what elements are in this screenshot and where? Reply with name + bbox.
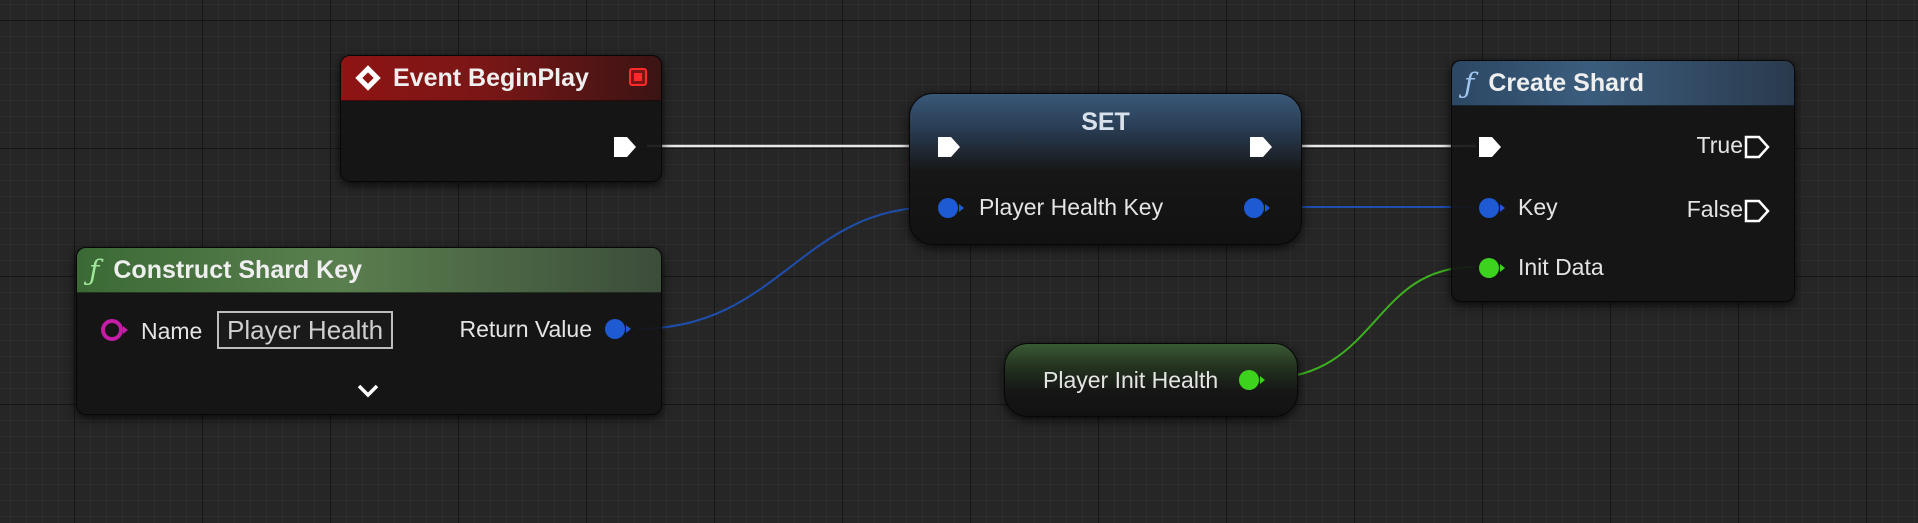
blueprint-graph-canvas[interactable]: Event BeginPlay ƒ Construct Shard Key Na…: [0, 0, 1918, 523]
construct-shard-key-title: Construct Shard Key: [113, 255, 363, 284]
key-label: Key: [1518, 194, 1558, 220]
player-init-health-label: Player Init Health: [1043, 367, 1219, 393]
beginplay-exec-out-pin[interactable]: [611, 133, 639, 161]
init-data-in-pin[interactable]: [1476, 256, 1508, 280]
init-data-label: Init Data: [1518, 254, 1604, 280]
data-wire-return-value-to-set: [636, 206, 936, 330]
chevron-down-icon[interactable]: [354, 381, 382, 401]
return-value-label: Return Value: [459, 316, 592, 342]
create-shard-header[interactable]: ƒ Create Shard: [1452, 61, 1794, 106]
create-shard-node[interactable]: ƒ Create Shard True Key False Init Data: [1451, 60, 1795, 302]
construct-shard-key-node[interactable]: ƒ Construct Shard Key Name Player Health…: [76, 247, 662, 415]
event-beginplay-header[interactable]: Event BeginPlay: [341, 56, 661, 101]
player-init-health-out-pin[interactable]: [1236, 368, 1268, 392]
false-label: False: [1686, 196, 1743, 222]
return-value-out-pin[interactable]: [602, 317, 634, 341]
create-shard-title: Create Shard: [1488, 68, 1644, 97]
name-pin-label: Name: [141, 318, 203, 344]
construct-shard-key-header[interactable]: ƒ Construct Shard Key: [77, 248, 661, 293]
set-title: SET: [1081, 108, 1130, 136]
player-init-health-node[interactable]: Player Init Health: [1004, 343, 1298, 417]
player-health-key-in-pin[interactable]: [935, 196, 967, 220]
true-exec-out-pin[interactable]: [1743, 133, 1771, 161]
name-text-field[interactable]: Player Health: [217, 311, 394, 349]
false-exec-out-pin[interactable]: [1743, 197, 1771, 225]
event-beginplay-node[interactable]: Event BeginPlay: [340, 55, 662, 182]
set-exec-in-pin[interactable]: [935, 133, 963, 161]
event-beginplay-title: Event BeginPlay: [393, 63, 589, 92]
event-diamond-icon: [353, 63, 383, 93]
player-health-key-out-pin[interactable]: [1241, 196, 1273, 220]
delegate-square-icon[interactable]: [629, 68, 647, 86]
key-in-pin[interactable]: [1476, 196, 1508, 220]
name-input-pin[interactable]: [99, 318, 131, 342]
true-label: True: [1696, 132, 1743, 158]
set-exec-out-pin[interactable]: [1247, 133, 1275, 161]
create-shard-exec-in-pin[interactable]: [1476, 133, 1504, 161]
function-f-icon: ƒ: [1464, 66, 1475, 100]
player-health-key-label: Player Health Key: [979, 194, 1164, 220]
function-f-icon: ƒ: [89, 253, 100, 287]
set-variable-node[interactable]: SET Player Health Key: [909, 93, 1302, 245]
